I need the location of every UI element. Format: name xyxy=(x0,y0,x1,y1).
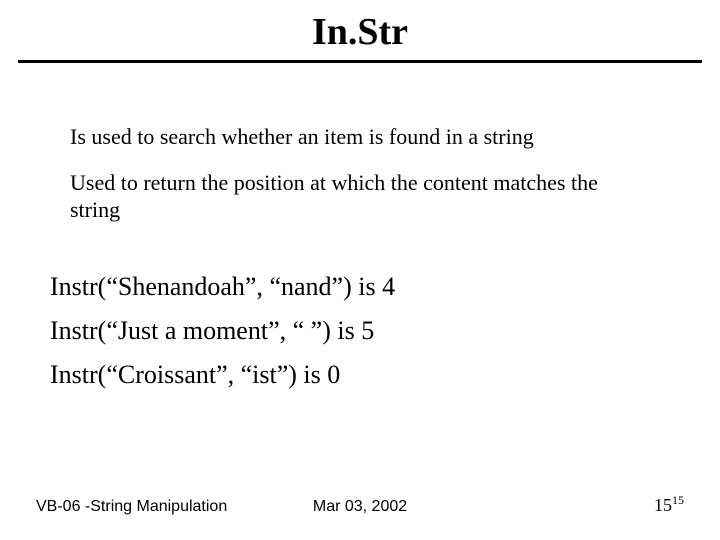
example-line: Instr(“Shenandoah”, “nand”) is 4 xyxy=(50,272,650,302)
description-line: Is used to search whether an item is fou… xyxy=(70,123,650,151)
slide-body: Is used to search whether an item is fou… xyxy=(0,63,720,390)
page-number: 1515 xyxy=(654,493,684,516)
page-number-sup: 15 xyxy=(672,493,684,507)
example-line: Instr(“Just a moment”, “ ”) is 5 xyxy=(50,316,650,346)
page-number-main: 15 xyxy=(654,495,672,515)
examples-block: Instr(“Shenandoah”, “nand”) is 4 Instr(“… xyxy=(50,242,650,390)
example-line: Instr(“Croissant”, “ist”) is 0 xyxy=(50,360,650,390)
slide-title: In.Str xyxy=(0,0,720,60)
description-line: Used to return the position at which the… xyxy=(70,169,650,224)
slide: In.Str Is used to search whether an item… xyxy=(0,0,720,540)
footer-date: Mar 03, 2002 xyxy=(0,498,720,516)
